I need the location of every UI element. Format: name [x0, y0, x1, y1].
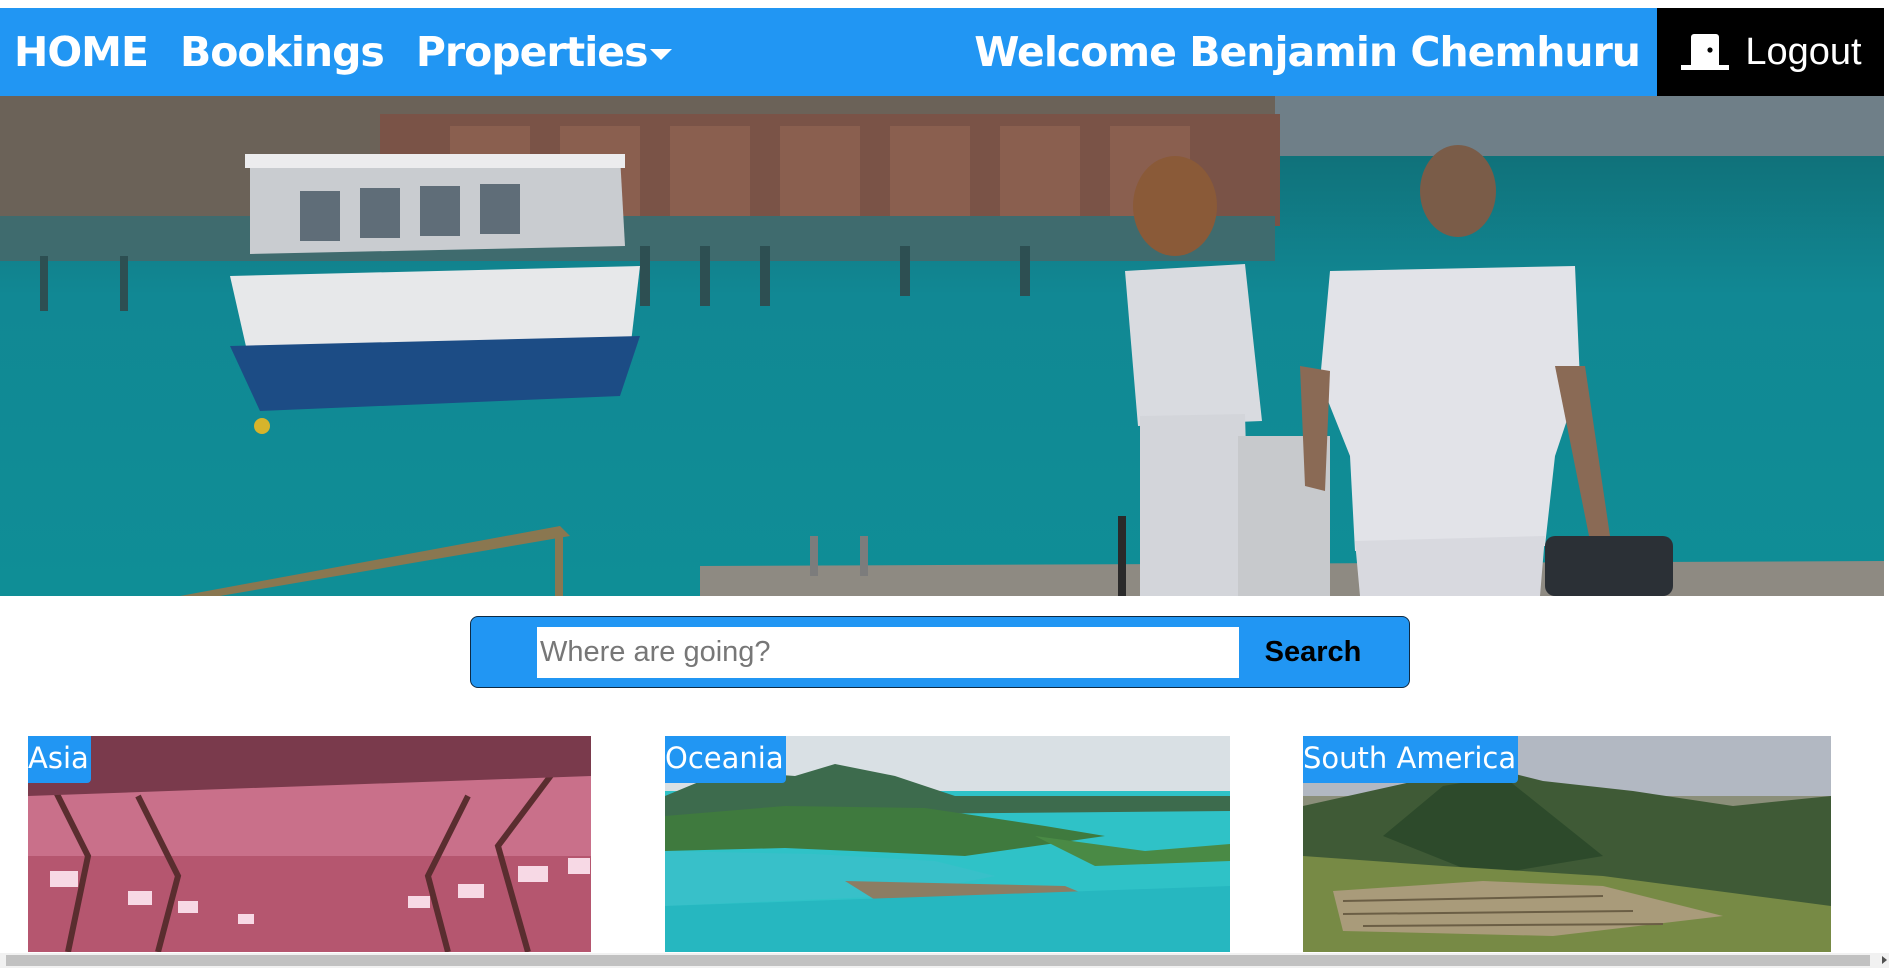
door-exit-icon [1681, 34, 1730, 70]
nav-bookings-link[interactable]: Bookings [180, 28, 385, 76]
destination-card-south-america[interactable]: South America [1303, 736, 1831, 952]
destination-label: Oceania [665, 736, 786, 783]
horizontal-scrollbar[interactable] [0, 953, 1889, 968]
hero-banner-image [0, 96, 1884, 596]
logout-button[interactable]: Logout [1657, 8, 1884, 96]
nav-properties-label: Properties [415, 28, 649, 76]
destination-image [28, 736, 591, 952]
nav-properties-dropdown[interactable]: Properties [416, 28, 672, 76]
destination-label: South America [1303, 736, 1519, 783]
search-input[interactable] [537, 627, 1239, 678]
nav-home-link[interactable]: HOME [14, 28, 149, 76]
logout-label: Logout [1745, 30, 1862, 73]
scroll-right-arrow-icon[interactable] [1882, 956, 1887, 964]
top-navbar: HOME Bookings Properties Welcome Benjami… [0, 8, 1884, 96]
search-button[interactable]: Search [1251, 627, 1375, 678]
scrollbar-thumb[interactable] [6, 955, 1870, 966]
welcome-message: Welcome Benjamin Chemhuru [974, 28, 1641, 76]
destination-label: Asia [28, 736, 91, 783]
caret-down-icon [649, 48, 672, 60]
destination-card-asia[interactable]: Asia [28, 736, 591, 952]
destination-card-oceania[interactable]: Oceania [665, 736, 1230, 952]
search-bar: Search [470, 616, 1410, 688]
